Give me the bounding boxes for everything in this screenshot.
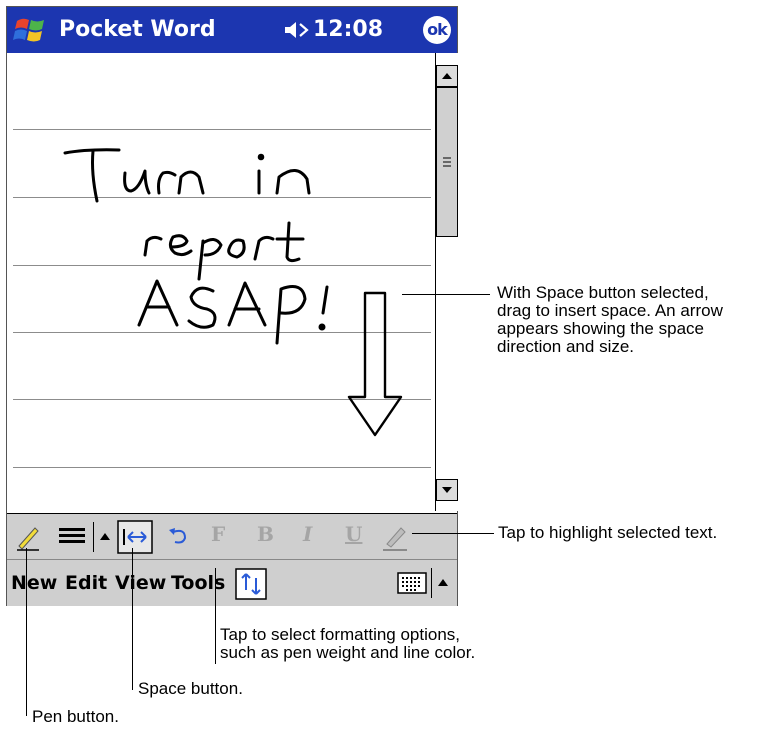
underline-button[interactable]: U [345, 522, 362, 552]
callout-space-drag: With Space button selected, drag to inse… [497, 284, 723, 356]
app-title: Pocket Word [59, 17, 216, 42]
callout-text-line: such as pen weight and line color. [220, 643, 476, 662]
menu-edit[interactable]: Edit [65, 572, 107, 594]
toolbar-divider [431, 568, 432, 598]
grip-icon [443, 157, 451, 167]
keyboard-icon[interactable] [397, 572, 427, 596]
format-button[interactable]: F [211, 522, 225, 552]
callout-space-button: Space button. [138, 679, 243, 698]
menu-view[interactable]: View [115, 572, 166, 594]
menu-new[interactable]: New [11, 572, 57, 594]
menu-tools[interactable]: Tools [171, 572, 225, 594]
windows-start-icon[interactable] [13, 15, 47, 45]
ok-button[interactable]: ok [423, 16, 451, 44]
line-weight-icon[interactable] [57, 522, 89, 552]
scroll-up-arrow[interactable] [436, 65, 458, 87]
undo-icon[interactable] [165, 522, 191, 552]
drawing-toolbar: F B I U [7, 513, 457, 560]
speaker-icon[interactable] [283, 19, 309, 41]
space-icon[interactable] [117, 520, 153, 554]
menu-bar: New Edit View Tools [7, 559, 457, 606]
highlighter-icon[interactable] [379, 522, 411, 552]
callout-line-pen-button [26, 548, 27, 716]
caret-up-icon[interactable] [435, 572, 451, 594]
pen-icon[interactable] [13, 522, 43, 552]
clock[interactable]: 12:08 [313, 17, 383, 42]
callout-line-space-button [132, 548, 133, 690]
toolbar-divider [93, 522, 94, 552]
callout-pen-button: Pen button. [32, 707, 119, 726]
italic-button[interactable]: I [303, 522, 312, 552]
callout-text-line: Tap to select formatting options, [220, 625, 461, 644]
callout-line-formatting [215, 568, 216, 664]
title-bar: Pocket Word 12:08 ok [7, 7, 457, 53]
callout-text-line: appears showing the space [497, 319, 704, 338]
callout-text-line: drag to insert space. An arrow [497, 301, 723, 320]
input-toggle-icon[interactable] [235, 568, 267, 600]
arrow-up-icon [442, 73, 452, 79]
arrow-down-icon [442, 487, 452, 493]
scroll-down-arrow[interactable] [436, 479, 458, 501]
vertical-scrollbar[interactable] [435, 53, 458, 511]
scroll-thumb[interactable] [436, 87, 458, 237]
bold-button[interactable]: B [257, 522, 274, 552]
callout-text-line: direction and size. [497, 337, 635, 356]
callout-formatting: Tap to select formatting options, such a… [220, 626, 475, 662]
callout-highlight: Tap to highlight selected text. [498, 523, 718, 542]
handwritten-note [63, 148, 403, 437]
callout-line-space-drag [402, 294, 490, 295]
writing-area[interactable] [7, 53, 435, 511]
pocket-pc-screen: Pocket Word 12:08 ok F B I U New Edit Vi… [6, 6, 458, 606]
caret-up-icon[interactable] [97, 522, 113, 552]
callout-text-line: With Space button selected, [497, 283, 709, 302]
callout-line-highlight [412, 533, 494, 534]
